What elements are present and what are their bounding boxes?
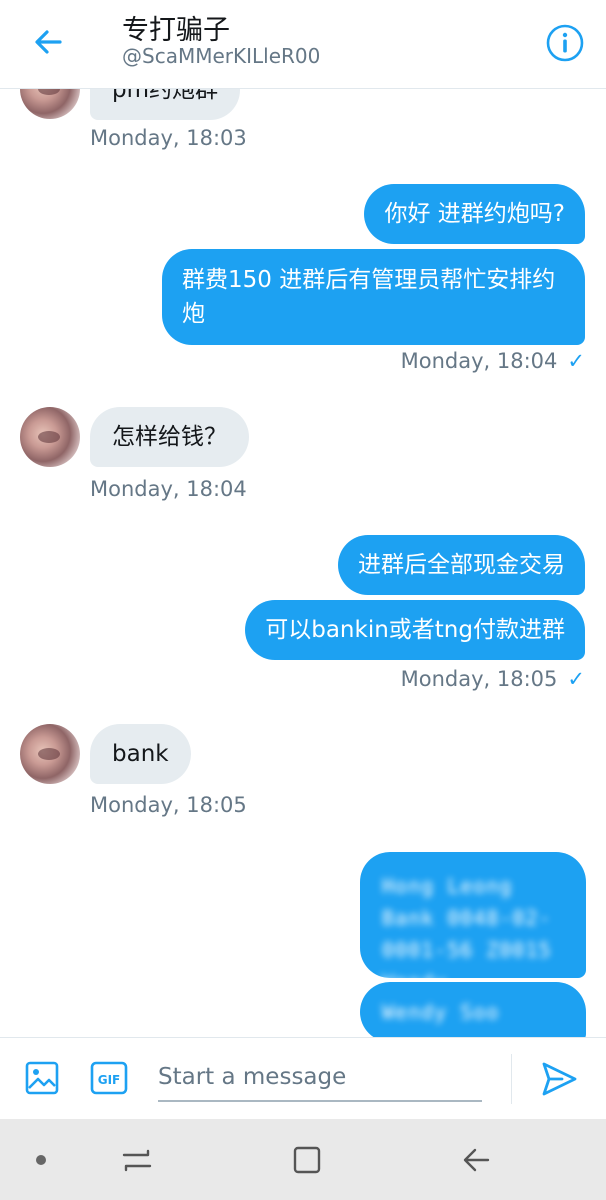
sent-check-icon: ✓: [567, 349, 585, 373]
send-icon[interactable]: [538, 1058, 580, 1100]
timestamp-text: Monday, 18:05: [400, 667, 558, 691]
recent-apps-icon[interactable]: [118, 1141, 156, 1179]
svg-text:GIF: GIF: [98, 1073, 121, 1087]
message-timestamp: Monday, 18:03: [90, 126, 247, 150]
message-bubble-incoming[interactable]: bank: [90, 724, 191, 784]
timestamp-text: Monday, 18:04: [400, 349, 558, 373]
message-list[interactable]: pm约炮群 Monday, 18:03 你好 进群约炮吗? 群费150 进群后有…: [0, 89, 606, 1037]
message-bubble-outgoing[interactable]: 群费150 进群后有管理员帮忙安排约炮: [162, 249, 585, 345]
conversation-handle: @ScaMMerKILleR00: [122, 44, 321, 68]
message-timestamp: Monday, 18:05 ✓: [401, 667, 585, 691]
message-bubble-outgoing[interactable]: 可以bankin或者tng付款进群: [245, 600, 585, 660]
image-icon[interactable]: [24, 1060, 60, 1096]
back-arrow-icon[interactable]: [28, 22, 68, 62]
sender-avatar[interactable]: [20, 407, 80, 467]
message-timestamp: Monday, 18:04: [90, 477, 247, 501]
blurred-message-text: Hong Leong Bank 0048-02-0001-56 Z0015 We…: [382, 874, 552, 978]
home-icon[interactable]: [290, 1141, 324, 1179]
sent-check-icon: ✓: [567, 667, 585, 691]
compose-divider: [511, 1054, 512, 1104]
gif-icon[interactable]: GIF: [90, 1060, 128, 1096]
nav-dot-icon[interactable]: [36, 1155, 46, 1165]
blurred-message-text: Wendy Soo: [382, 1000, 500, 1024]
conversation-title: 专打骗子: [122, 15, 230, 46]
message-input[interactable]: [158, 1054, 482, 1102]
message-bubble-incoming[interactable]: 怎样给钱？: [90, 407, 249, 467]
message-timestamp: Monday, 18:05: [90, 793, 247, 817]
conversation-header: 专打骗子 @ScaMMerKILleR00: [0, 0, 606, 89]
sender-avatar[interactable]: [20, 89, 80, 119]
message-bubble-outgoing[interactable]: 你好 进群约炮吗?: [364, 184, 585, 244]
message-bubble-incoming[interactable]: pm约炮群: [90, 89, 241, 120]
message-bubble-outgoing[interactable]: 进群后全部现金交易: [338, 535, 585, 595]
compose-bar: GIF: [0, 1037, 606, 1120]
message-bubble-outgoing-blurred[interactable]: Wendy Soo: [360, 982, 586, 1037]
sender-avatar[interactable]: [20, 724, 80, 784]
message-timestamp: Monday, 18:04 ✓: [401, 349, 585, 373]
info-icon[interactable]: [544, 22, 586, 64]
system-back-icon[interactable]: [458, 1141, 494, 1179]
system-navigation-bar: [0, 1119, 606, 1200]
message-bubble-outgoing-blurred[interactable]: Hong Leong Bank 0048-02-0001-56 Z0015 We…: [360, 852, 586, 978]
